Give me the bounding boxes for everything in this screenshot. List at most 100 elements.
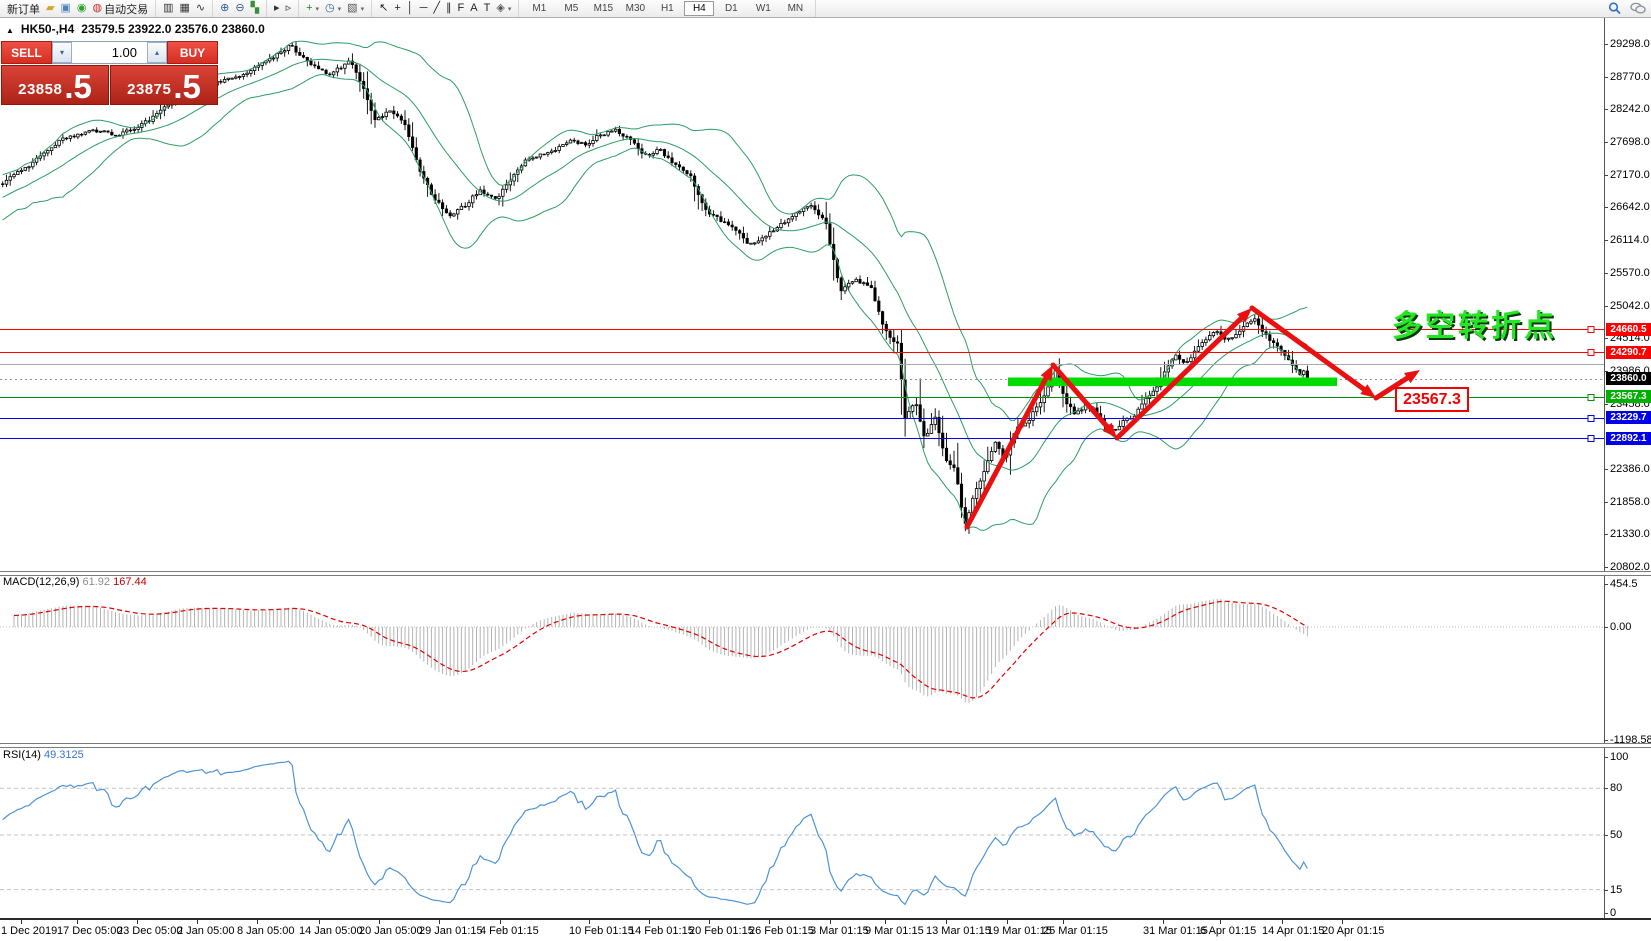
price-chart[interactable]	[0, 17, 1604, 572]
cursor-icon: ↖	[379, 1, 388, 16]
sell-price-display[interactable]: 23858 .5	[1, 65, 109, 105]
volume-spinner: ▾ 1.00 ▴	[52, 41, 167, 64]
macd-panel-divider[interactable]	[0, 571, 1651, 576]
text-label-icon: T	[484, 1, 491, 16]
toolbar-chart-window-button[interactable]: ▣	[57, 1, 73, 16]
toolbar-vertical-line-button[interactable]: │	[404, 1, 417, 16]
volume-increase-button[interactable]: ▴	[147, 42, 167, 63]
time-tick-mark	[439, 920, 440, 924]
timeframe-M15-button[interactable]: M15	[588, 1, 618, 16]
toolbar-indicators-button[interactable]: +▾	[303, 1, 322, 16]
toolbar-trend-line-button[interactable]: ╱	[430, 1, 443, 16]
auto-trading-label: 自动交易	[104, 1, 148, 17]
timeframe-M1-button[interactable]: M1	[524, 1, 554, 16]
timeframe-H1-button[interactable]: H1	[652, 1, 682, 16]
tile-windows-icon: ▚	[251, 1, 259, 16]
toolbar-line-chart-button[interactable]: ∿	[193, 1, 208, 16]
toolbar-fibonacci-button[interactable]: F	[455, 1, 468, 16]
price-tick-mark	[1604, 502, 1608, 503]
buy-button[interactable]: BUY	[167, 41, 218, 64]
turning-point-annotation[interactable]: 多空转折点	[1392, 301, 1557, 345]
time-tick-mark	[709, 920, 710, 924]
time-tick-mark	[1163, 920, 1164, 924]
macd-panel[interactable]	[0, 574, 1604, 744]
time-tick-mark	[885, 920, 886, 924]
time-tick-mark	[21, 920, 22, 924]
time-tick-label: 10 Feb 01:15	[569, 925, 634, 937]
macd-tick-mark	[1604, 740, 1608, 741]
chart-title: ▲ HK50-,H4 23579.5 23922.0 23576.0 23860…	[6, 22, 265, 36]
volume-decrease-button[interactable]: ▾	[52, 42, 72, 63]
time-tick-mark	[946, 920, 947, 924]
time-tick-label: 20 Jan 05:00	[359, 925, 423, 937]
price-line-badge: 23860.0	[1606, 372, 1651, 385]
chevron-down-icon[interactable]: ▾	[508, 5, 512, 13]
toolbar-bar-chart-button[interactable]: ▥	[160, 1, 176, 16]
new-order-label: 新订单	[7, 1, 40, 17]
rsi-tick-mark	[1604, 788, 1608, 789]
volume-input[interactable]: 1.00	[72, 42, 147, 63]
price-tick-label: 25042.0	[1610, 300, 1650, 312]
macd-signal-value: 167.44	[113, 576, 147, 588]
auto-scroll-icon: ▸	[274, 1, 280, 16]
price-tick-label: 27170.0	[1610, 169, 1650, 181]
timeframe-M30-button[interactable]: M30	[620, 1, 650, 16]
toolbar-arrows-button[interactable]: ◈▾	[493, 1, 514, 16]
toolbar-auto-scroll-button[interactable]: ▸	[271, 1, 283, 16]
time-tick-label: 14 Feb 01:15	[629, 925, 694, 937]
toolbar-tile-windows-button[interactable]: ▚	[248, 1, 262, 16]
search-icon[interactable]	[1608, 2, 1621, 15]
chevron-down-icon[interactable]: ▾	[361, 5, 365, 13]
auto-trading-icon: ◍	[92, 1, 102, 16]
price-tick-label: 28242.0	[1610, 103, 1650, 115]
toolbar-auto-trading-button[interactable]: ◍自动交易	[89, 1, 151, 16]
toolbar-cursor-button[interactable]: ↖	[376, 1, 391, 16]
chevron-down-icon[interactable]: ▾	[338, 5, 342, 13]
toolbar-crosshair-button[interactable]: +	[391, 1, 403, 16]
time-tick-label: 29 Jan 01:15	[419, 925, 483, 937]
rsi-tick-label: 50	[1610, 829, 1622, 841]
buy-price-display[interactable]: 23875 .5	[110, 65, 218, 105]
toolbar-sound-button[interactable]: ◉	[74, 1, 90, 16]
toolbar-horizontal-line-button[interactable]: ─	[417, 1, 431, 16]
price-tick-label: 29298.0	[1610, 38, 1650, 50]
toolbar-new-order-button[interactable]: 新订单	[4, 1, 43, 16]
toolbar-group: ▸▹	[267, 0, 299, 17]
toolbar-candlestick-chart-button[interactable]: ▦	[177, 1, 193, 16]
rsi-panel[interactable]	[0, 746, 1604, 919]
crosshair-icon: +	[394, 1, 400, 16]
toolbar-equidistant-channel-button[interactable]: ∥	[443, 1, 455, 16]
rsi-tick-mark	[1604, 835, 1608, 836]
toolbar-zoom-in-button[interactable]: ⊕	[217, 1, 232, 16]
timeframe-MN-button[interactable]: MN	[780, 1, 810, 16]
timeframe-D1-button[interactable]: D1	[716, 1, 746, 16]
sell-button[interactable]: SELL	[1, 41, 52, 64]
time-tick-label: 14 Apr 01:15	[1262, 925, 1324, 937]
toolbar-zoom-out-button[interactable]: ⊖	[232, 1, 247, 16]
price-tick-mark	[1604, 207, 1608, 208]
toolbar-templates-button[interactable]: ▧▾	[344, 1, 367, 16]
toolbar-text-button[interactable]: A	[467, 1, 480, 16]
time-tick-mark	[1063, 920, 1064, 924]
rsi-panel-divider[interactable]	[0, 743, 1651, 748]
timeframe-W1-button[interactable]: W1	[748, 1, 778, 16]
ohlc-values: 23579.5 23922.0 23576.0 23860.0	[81, 22, 265, 36]
timeframe-H4-button[interactable]: H4	[684, 1, 714, 16]
text-icon: A	[470, 1, 477, 16]
price-tick-mark	[1604, 273, 1608, 274]
time-tick-mark	[77, 920, 78, 924]
macd-tick-mark	[1604, 627, 1608, 628]
chat-icon[interactable]	[1630, 2, 1646, 15]
toolbar-text-label-button[interactable]: T	[481, 1, 494, 16]
time-tick-mark	[319, 920, 320, 924]
timeframe-M5-button[interactable]: M5	[556, 1, 586, 16]
support-price-label[interactable]: 23567.3	[1395, 387, 1469, 412]
time-tick-mark	[1220, 920, 1221, 924]
templates-icon: ▧	[347, 1, 357, 16]
toolbar-chart-shift-button[interactable]: ▹	[283, 1, 295, 16]
fibonacci-icon: F	[458, 1, 465, 16]
toolbar-group: +▾◷▾▧▾	[299, 0, 372, 17]
toolbar-periods-button[interactable]: ◷▾	[322, 1, 344, 16]
chevron-down-icon[interactable]: ▾	[316, 5, 320, 13]
toolbar-ticket-button[interactable]: ▰	[43, 1, 57, 16]
